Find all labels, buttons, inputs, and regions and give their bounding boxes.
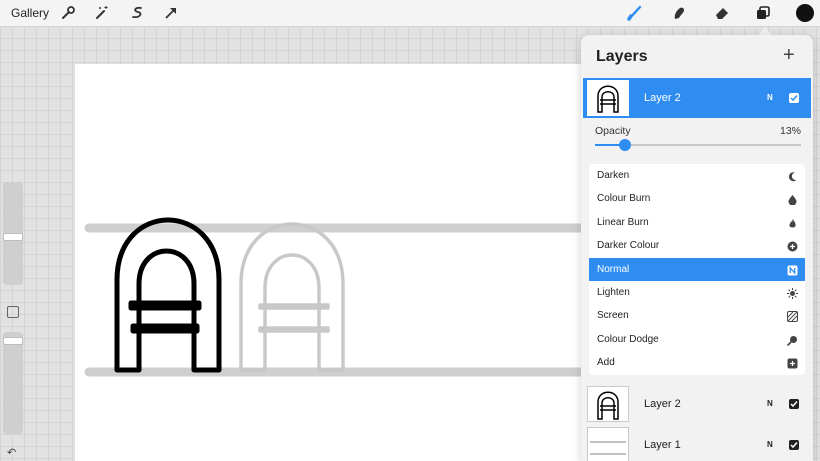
blend-mode-label: Screen	[597, 310, 629, 322]
hatch-icon	[787, 309, 798, 323]
opacity-slider-knob[interactable]	[619, 139, 631, 151]
gallery-button[interactable]: Gallery	[11, 6, 49, 20]
drawing-canvas[interactable]	[75, 64, 595, 461]
brush-opacity-thumb[interactable]	[3, 337, 23, 345]
blend-mode-label: Colour Burn	[597, 193, 651, 205]
blend-mode-label: Normal	[597, 263, 630, 275]
opacity-slider[interactable]	[595, 139, 801, 151]
blend-mode-item[interactable]: Linear Burn	[589, 211, 805, 234]
undo-icon[interactable]: ↶	[7, 446, 16, 459]
magic-wand-icon[interactable]	[92, 3, 112, 23]
layer-thumbnail	[587, 386, 629, 422]
blend-mode-button[interactable]: N	[767, 399, 773, 408]
moon-icon	[787, 169, 798, 182]
plus-circle-icon	[787, 239, 798, 252]
sun-icon	[787, 286, 798, 299]
opacity-value: 13%	[780, 125, 802, 137]
blend-mode-item[interactable]: Normal	[589, 257, 805, 281]
magnifier-icon	[787, 333, 798, 346]
visibility-checkbox[interactable]	[789, 93, 799, 103]
blend-mode-item[interactable]: Add	[589, 351, 805, 374]
active-layer-row[interactable]: Layer 2 N	[583, 78, 811, 118]
color-picker-button[interactable]	[796, 4, 814, 22]
flame-drop-icon	[787, 192, 798, 206]
layers-icon[interactable]	[753, 3, 773, 23]
blend-mode-label: Darken	[597, 170, 630, 181]
blend-mode-item[interactable]: Colour Burn	[589, 187, 805, 210]
blend-mode-item[interactable]: Lighten	[589, 281, 805, 304]
layer-row[interactable]: Layer 2 N	[583, 384, 811, 424]
layer-thumbnail	[587, 80, 629, 116]
visibility-checkbox[interactable]	[789, 440, 799, 450]
blend-mode-label: Linear Burn	[597, 216, 649, 228]
layer-name: Layer 1	[644, 439, 681, 451]
brush-size-slider[interactable]	[3, 182, 23, 285]
transform-arrow-icon[interactable]	[161, 3, 181, 23]
blend-mode-label: Darker Colour	[597, 240, 660, 252]
blend-mode-item[interactable]: Screen	[589, 304, 805, 327]
canvas-artwork	[84, 217, 595, 377]
layer-name: Layer 2	[644, 92, 681, 104]
opacity-label: Opacity	[595, 125, 631, 137]
blend-mode-item[interactable]: Darker Colour	[589, 234, 805, 257]
left-sidebar: ↶	[2, 182, 23, 461]
wrench-icon[interactable]	[58, 3, 78, 23]
selection-icon[interactable]	[127, 3, 147, 23]
brush-size-thumb[interactable]	[3, 233, 23, 241]
flame-icon	[787, 216, 798, 228]
blend-mode-label: Colour Dodge	[597, 333, 659, 345]
layer-thumbnail	[587, 427, 629, 461]
layer-name: Layer 2	[644, 398, 681, 410]
brush-opacity-slider[interactable]	[3, 332, 23, 434]
brush-icon[interactable]	[625, 3, 645, 23]
n-badge-icon	[787, 263, 798, 276]
blend-mode-label: Lighten	[597, 287, 630, 298]
blend-mode-item[interactable]: Colour Dodge	[589, 328, 805, 351]
blend-mode-button[interactable]: N	[767, 93, 773, 102]
blend-mode-list: Darken Colour Burn Linear Burn Darker Colou…	[589, 164, 805, 375]
blend-mode-label: Add	[597, 357, 615, 369]
layer-row[interactable]: Layer 1 N	[583, 425, 811, 461]
visibility-checkbox[interactable]	[789, 399, 799, 409]
blend-mode-item[interactable]: Darken	[589, 164, 805, 187]
top-toolbar: Gallery	[0, 0, 820, 26]
layers-panel: Layers + Layer 2 N Opacity 13% Darken Col…	[581, 35, 813, 461]
plus-square-icon	[787, 356, 798, 369]
smudge-icon[interactable]	[669, 3, 689, 23]
add-layer-button[interactable]: +	[783, 45, 795, 65]
eraser-icon[interactable]	[712, 3, 732, 23]
blend-mode-button[interactable]: N	[767, 440, 773, 449]
panel-title: Layers	[596, 48, 648, 65]
modify-button[interactable]	[7, 306, 19, 318]
